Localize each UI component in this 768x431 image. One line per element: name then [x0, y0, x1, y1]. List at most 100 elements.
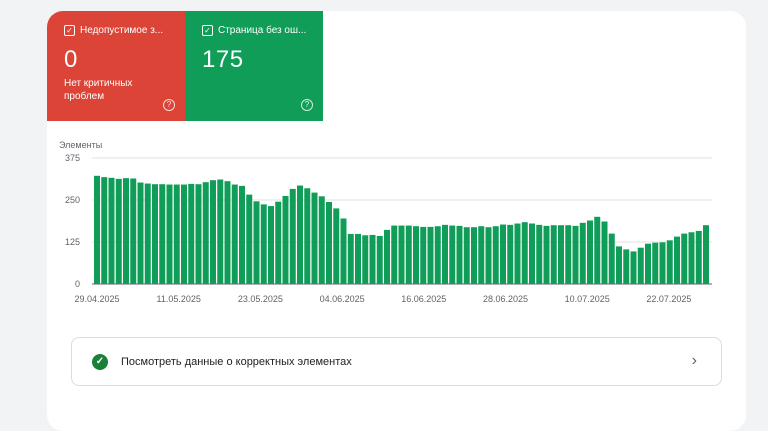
check-circle-icon: ✓: [92, 353, 108, 370]
chart-bar[interactable]: [195, 184, 202, 284]
chart-bar[interactable]: [297, 185, 303, 284]
chart-bar[interactable]: [144, 183, 151, 284]
chart-bar[interactable]: [645, 243, 651, 284]
view-valid-items-label: Посмотреть данные о корректных элементах: [121, 355, 352, 368]
chart-bar[interactable]: [579, 222, 586, 284]
chart-bar[interactable]: [130, 178, 137, 285]
chart-bar[interactable]: [688, 232, 695, 284]
chart-bar[interactable]: [231, 184, 238, 284]
chart-bar[interactable]: [681, 233, 688, 284]
x-tick-label: 04.06.2025: [320, 294, 365, 304]
chart-bar[interactable]: [492, 226, 499, 284]
chart-bar[interactable]: [166, 184, 173, 284]
chart-bar[interactable]: [485, 227, 492, 284]
chart-bar[interactable]: [507, 224, 514, 284]
chart-bar[interactable]: [318, 196, 325, 284]
chart-bar[interactable]: [398, 225, 405, 284]
chart-y-axis-label: Элементы: [59, 140, 102, 150]
chart-bar[interactable]: [608, 233, 615, 284]
chart-bar[interactable]: [217, 179, 224, 285]
view-valid-items-link[interactable]: ✓ Посмотреть данные о корректных элемент…: [71, 337, 722, 386]
chart-bar[interactable]: [478, 226, 485, 284]
x-tick-label: 23.05.2025: [238, 294, 283, 304]
chart-bar[interactable]: [355, 233, 361, 284]
chart-bar[interactable]: [260, 204, 267, 284]
chart-bar[interactable]: [695, 230, 702, 284]
chart-bar[interactable]: [289, 188, 296, 284]
chart-bar[interactable]: [630, 251, 637, 284]
chart-bar[interactable]: [666, 240, 673, 284]
chart-bar[interactable]: [601, 221, 608, 285]
chart-bar[interactable]: [210, 180, 216, 284]
chart-bar[interactable]: [311, 192, 318, 284]
chart-bar[interactable]: [514, 223, 521, 284]
chart-bar[interactable]: [333, 208, 340, 284]
chart-bar[interactable]: [376, 235, 383, 284]
chart-bar[interactable]: [369, 234, 376, 284]
chart-bar[interactable]: [347, 233, 354, 284]
chart-bar[interactable]: [543, 225, 550, 284]
chart-bar[interactable]: [521, 222, 528, 284]
chart-bar[interactable]: [420, 226, 427, 284]
chart-bar[interactable]: [188, 183, 195, 284]
chart-bar[interactable]: [550, 225, 557, 284]
chart-bar[interactable]: [108, 177, 115, 284]
y-tick-label: 375: [65, 153, 80, 163]
chart-bar[interactable]: [282, 195, 289, 284]
chart-bar[interactable]: [536, 224, 543, 284]
chart-bar[interactable]: [340, 218, 347, 284]
chart-bar[interactable]: [173, 184, 180, 284]
chart-bar[interactable]: [652, 242, 659, 284]
x-tick-label: 11.05.2025: [157, 294, 201, 304]
chart-bar[interactable]: [246, 194, 253, 284]
y-tick-label: 250: [65, 195, 80, 205]
chart-bar[interactable]: [427, 226, 434, 284]
chart-bar[interactable]: [304, 188, 311, 284]
chart-bar[interactable]: [587, 220, 593, 285]
chart-bar[interactable]: [152, 184, 158, 284]
chart-bar[interactable]: [275, 201, 282, 284]
chart-bar[interactable]: [616, 246, 622, 284]
chart-bar[interactable]: [659, 242, 666, 284]
chart-bar[interactable]: [434, 226, 441, 284]
chart-bar[interactable]: [405, 225, 412, 284]
chart-bar[interactable]: [456, 225, 463, 284]
chart-bar[interactable]: [159, 184, 166, 284]
chart-bar[interactable]: [101, 177, 108, 284]
chart-bar[interactable]: [326, 202, 332, 284]
x-tick-label: 29.04.2025: [74, 294, 119, 304]
x-tick-label: 28.06.2025: [483, 294, 528, 304]
chart-bar[interactable]: [253, 201, 260, 284]
chart-bar[interactable]: [442, 224, 448, 284]
chart-bar[interactable]: [703, 225, 709, 284]
chart-bar[interactable]: [94, 175, 100, 284]
chevron-right-icon: ›: [691, 352, 697, 369]
chart-bar[interactable]: [594, 216, 601, 284]
chart-bar[interactable]: [558, 225, 564, 284]
chart-bar[interactable]: [637, 247, 644, 284]
chart-bar[interactable]: [115, 178, 122, 284]
chart-bar[interactable]: [623, 249, 630, 284]
chart-bar[interactable]: [137, 182, 144, 284]
chart-bar[interactable]: [202, 182, 209, 284]
x-tick-label: 22.07.2025: [646, 294, 691, 304]
chart-bar[interactable]: [565, 225, 572, 284]
chart-bar[interactable]: [224, 181, 231, 284]
chart-bar[interactable]: [362, 235, 369, 284]
chart-bar[interactable]: [529, 223, 535, 284]
y-tick-label: 125: [65, 237, 80, 247]
chart-bar[interactable]: [449, 225, 456, 284]
chart-bar[interactable]: [463, 227, 470, 284]
chart-bar[interactable]: [239, 185, 245, 284]
x-tick-label: 16.06.2025: [401, 294, 446, 304]
chart-bar[interactable]: [572, 225, 579, 284]
chart-bar[interactable]: [500, 224, 506, 284]
chart-bar[interactable]: [391, 225, 398, 284]
chart-bar[interactable]: [268, 206, 274, 284]
chart-bar[interactable]: [674, 236, 680, 284]
chart-bar[interactable]: [181, 184, 187, 284]
chart-bar[interactable]: [471, 227, 477, 284]
chart-bar[interactable]: [123, 178, 129, 284]
chart-bar[interactable]: [413, 226, 419, 284]
chart-bar[interactable]: [384, 229, 390, 284]
